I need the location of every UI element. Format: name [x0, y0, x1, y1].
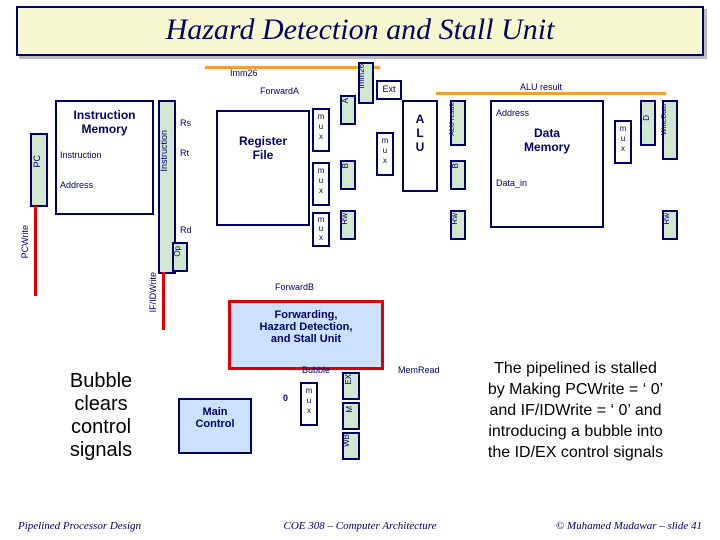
callout-bubble: Bubble clears control signals [46, 370, 156, 462]
ctl-ifidwrite [162, 272, 165, 330]
label-address-im: Address [60, 180, 93, 190]
bus-alu-result [436, 92, 666, 95]
data-memory: Data Memory [490, 100, 604, 228]
mux-b: mux [312, 162, 330, 206]
label-forwarda: ForwardA [260, 86, 299, 96]
label-alu-result: ALU result [520, 82, 562, 92]
label-imm26-v: Imm26 [357, 64, 366, 88]
label-bubble: Bubble [302, 365, 330, 375]
callout-stall: The pipelined is stalled by Making PCWri… [448, 358, 703, 463]
label-ex: EX [344, 374, 353, 385]
label-data-in: Data_in [496, 178, 527, 188]
footer-right: © Muhamed Mudawar – slide 41 [556, 520, 702, 536]
label-instruction: Instruction [60, 150, 102, 160]
register-file: Register File [216, 110, 310, 226]
ext-box: Ext [376, 80, 402, 100]
label-zero: 0 [283, 393, 288, 403]
memwb-d [640, 100, 656, 146]
label-imm26: Imm26 [230, 68, 258, 78]
label-b: B [341, 163, 350, 168]
mux-bubble: mux [300, 382, 318, 426]
label-wb: WB [342, 434, 351, 447]
label-pc: PC [32, 155, 42, 168]
label-rt: Rt [180, 148, 189, 158]
label-m: M [345, 406, 354, 413]
page-title: Hazard Detection and Stall Unit [16, 6, 704, 56]
mux-alu-b: mux [376, 132, 394, 176]
label-b2: B [451, 163, 460, 168]
label-rw2: Rw [450, 213, 459, 225]
label-writedata: WriteData [661, 104, 668, 135]
mux-a: mux [312, 108, 330, 152]
ctl-pcwrite [34, 206, 37, 296]
label-op: Op [173, 246, 182, 257]
mux-wb: mux [614, 120, 632, 164]
label-alu-result-v: ALU result [449, 103, 456, 136]
label-rd: Rd [180, 225, 192, 235]
label-rw1: Rw [340, 213, 349, 225]
label-a: A [341, 98, 350, 103]
label-ifidwrite: IF/IDWrite [148, 272, 158, 312]
mux-rd: mux [312, 212, 330, 247]
label-instruction-v: Instruction [159, 130, 169, 172]
alu: A L U [402, 100, 438, 192]
label-d: D [642, 115, 651, 121]
forwarding-unit: Forwarding, Hazard Detection, and Stall … [228, 300, 384, 370]
label-pcwrite: PCWrite [20, 225, 30, 258]
label-memread: MemRead [398, 365, 440, 375]
label-data-addr: Address [496, 108, 529, 118]
label-forwardb: ForwardB [275, 282, 314, 292]
label-rs: Rs [180, 118, 191, 128]
main-control: Main Control [178, 398, 252, 454]
pc-latch [30, 133, 48, 207]
ctl-bubble-line [228, 368, 296, 370]
label-rw3: Rw [662, 213, 671, 225]
